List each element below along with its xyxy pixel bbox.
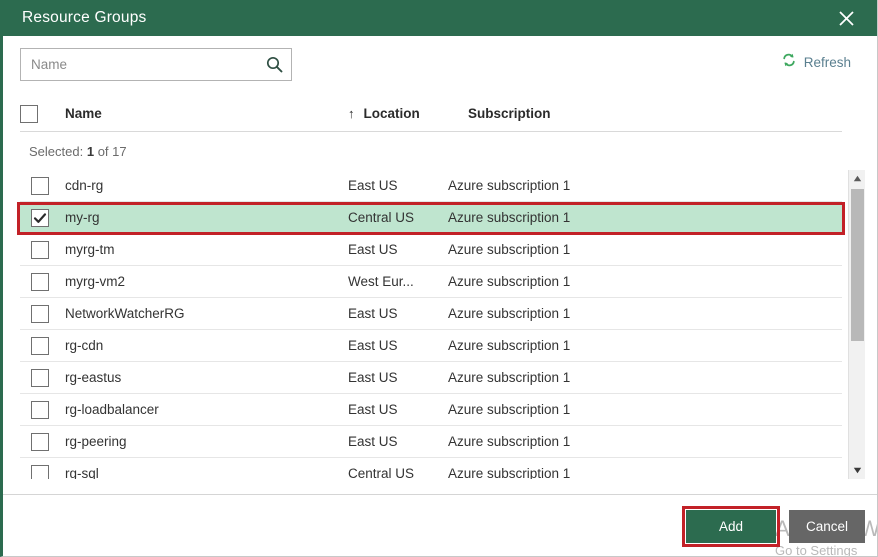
row-subscription: Azure subscription 1 [448,178,571,193]
table-row[interactable]: rg-sql Central US Azure subscription 1 [20,458,842,479]
row-checkbox-cell [20,464,65,479]
refresh-label: Refresh [803,55,851,70]
row-name: myrg-tm [65,242,115,257]
row-checkbox-cell [20,400,65,419]
row-name: my-rg [65,210,100,225]
table-row[interactable]: my-rg Central US Azure subscription 1 [20,202,842,234]
row-checkbox-cell [20,272,65,291]
row-subscription: Azure subscription 1 [448,210,571,225]
dialog-title: Resource Groups [22,9,147,26]
selected-total-label: of 17 [97,144,127,159]
row-location: East US [348,434,398,449]
select-all-checkbox[interactable] [20,104,38,123]
row-subscription: Azure subscription 1 [448,370,571,385]
add-button[interactable]: Add [686,510,776,543]
row-checkbox[interactable] [31,240,49,259]
row-location: Central US [348,466,415,479]
row-location: East US [348,370,398,385]
table-row[interactable]: myrg-tm East US Azure subscription 1 [20,234,842,266]
row-location: East US [348,338,398,353]
column-header-subscription[interactable]: Subscription [468,106,551,121]
refresh-icon [781,52,797,73]
row-checkbox[interactable] [31,336,49,355]
close-icon[interactable] [826,0,866,36]
search-icon[interactable] [257,49,291,80]
search-input[interactable] [21,49,257,80]
sort-ascending-icon: ↑ [348,106,355,121]
row-checkbox-cell [20,240,65,259]
table-row[interactable]: myrg-vm2 West Eur... Azure subscription 1 [20,266,842,298]
row-checkbox[interactable] [31,304,49,323]
row-checkbox-cell [20,336,65,355]
row-subscription: Azure subscription 1 [448,402,571,417]
row-name: NetworkWatcherRG [65,306,185,321]
row-checkbox[interactable] [31,176,49,195]
row-subscription: Azure subscription 1 [448,338,571,353]
row-checkbox[interactable] [31,400,49,419]
dialog-titlebar: Resource Groups [3,0,877,36]
row-location: East US [348,306,398,321]
row-location: Central US [348,210,415,225]
column-header-location[interactable]: ↑ Location [348,106,468,121]
row-name: myrg-vm2 [65,274,125,289]
row-name: rg-peering [65,434,127,449]
row-location: East US [348,242,398,257]
row-subscription: Azure subscription 1 [448,306,571,321]
row-location: West Eur... [348,274,414,289]
row-checkbox[interactable] [31,464,49,479]
scrollbar-thumb[interactable] [851,189,864,341]
row-checkbox-cell [20,208,65,227]
watermark-line-2: Go to Settings [775,543,858,557]
row-checkbox-checked[interactable] [31,208,49,227]
caret-up-icon[interactable] [849,170,866,187]
row-checkbox[interactable] [31,368,49,387]
table-column-headers: Name ↑ Location Subscription [20,96,842,132]
row-subscription: Azure subscription 1 [448,434,571,449]
resource-groups-dialog: Resource Groups Name Refresh Name ↑ Loca… [0,0,878,557]
search-box[interactable] [20,48,292,81]
caret-down-icon[interactable] [849,462,866,479]
row-name: rg-sql [65,466,99,479]
refresh-button[interactable]: Refresh [781,52,851,73]
column-header-location-label: Location [363,106,420,121]
row-name: rg-cdn [65,338,104,353]
row-location: East US [348,178,398,193]
row-subscription: Azure subscription 1 [448,466,571,479]
row-checkbox[interactable] [31,432,49,451]
table-row[interactable]: rg-peering East US Azure subscription 1 [20,426,842,458]
table-row[interactable]: NetworkWatcherRG East US Azure subscriptio… [20,298,842,330]
footer-divider [3,494,877,495]
table-row[interactable]: rg-cdn East US Azure subscription 1 [20,330,842,362]
table-row[interactable]: cdn-rg East US Azure subscription 1 [20,170,842,202]
selected-count-value: 1 [86,144,95,159]
row-checkbox-cell [20,176,65,195]
list-scrollbar[interactable] [848,170,865,479]
row-checkbox[interactable] [31,272,49,291]
table-row[interactable]: rg-eastus East US Azure subscription 1 [20,362,842,394]
select-all-checkbox-cell [20,104,65,123]
cancel-button[interactable]: Cancel [789,510,865,543]
row-location: East US [348,402,398,417]
toolbar: Refresh [3,36,877,94]
row-name: rg-loadbalancer [65,402,159,417]
row-name: rg-eastus [65,370,122,385]
row-subscription: Azure subscription 1 [448,242,571,257]
row-checkbox-cell [20,432,65,451]
column-header-name[interactable]: Name [65,106,348,121]
row-subscription: Azure subscription 1 [448,274,571,289]
table-row[interactable]: rg-loadbalancer East US Azure subscription… [20,394,842,426]
row-checkbox-cell [20,368,65,387]
resource-group-list[interactable]: cdn-rg East US Azure subscription 1 my-rg Ce… [20,170,842,479]
row-name: cdn-rg [65,178,104,193]
selected-label: Selected: [29,144,84,159]
selected-count-bar: Selected: 1 of 17 [29,144,127,159]
row-checkbox-cell [20,304,65,323]
